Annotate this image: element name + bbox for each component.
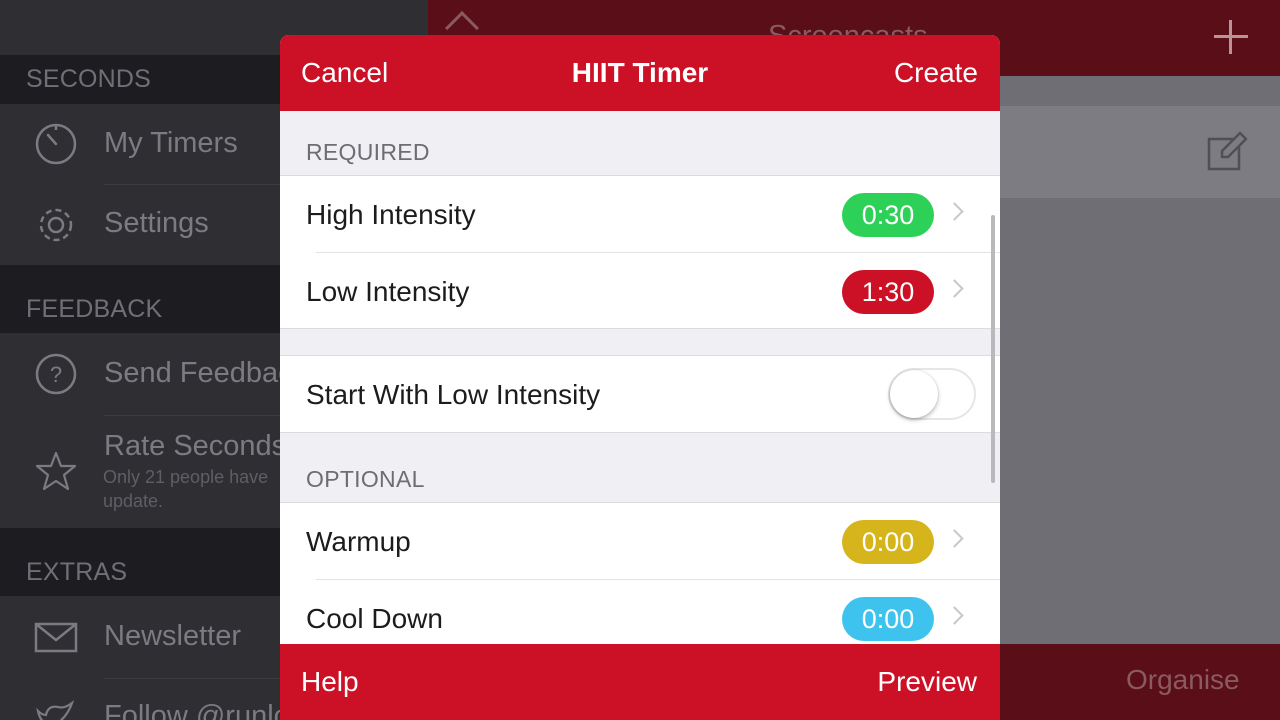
toggle-knob bbox=[890, 370, 938, 418]
sidebar-item-label: Newsletter bbox=[104, 620, 241, 652]
section-label: FEEDBACK bbox=[26, 294, 163, 323]
twitter-bird-icon bbox=[36, 700, 75, 720]
cool-down-value: 0:00 bbox=[842, 597, 934, 641]
sidebar-item-subtitle: update. bbox=[103, 491, 164, 511]
row-label: Low Intensity bbox=[306, 275, 470, 307]
hiit-timer-modal: HIIT Timer Cancel Create REQUIRED High I… bbox=[280, 35, 1000, 720]
gear-icon bbox=[39, 208, 73, 242]
chevron-right-icon bbox=[945, 202, 964, 221]
row-label: High Intensity bbox=[306, 198, 476, 230]
star-icon bbox=[35, 451, 77, 491]
preview-button[interactable]: Preview bbox=[877, 644, 977, 720]
row-label: Start With Low Intensity bbox=[306, 378, 601, 410]
low-intensity-row[interactable]: Low Intensity 1:30 bbox=[280, 253, 1000, 330]
low-intensity-value: 1:30 bbox=[842, 270, 934, 314]
section-label: SECONDS bbox=[26, 65, 152, 93]
question-circle-icon: ? bbox=[35, 353, 77, 395]
section-label: EXTRAS bbox=[26, 557, 128, 586]
modal-footer: Help Preview bbox=[280, 644, 1000, 720]
modal-header: HIIT Timer Cancel Create bbox=[280, 35, 1000, 111]
high-intensity-value: 0:30 bbox=[842, 193, 934, 237]
chevron-right-icon bbox=[945, 606, 964, 625]
sidebar-item-label: Send Feedback bbox=[104, 357, 308, 389]
start-with-low-intensity-toggle[interactable] bbox=[888, 368, 976, 420]
options-group: Start With Low Intensity bbox=[280, 355, 1000, 433]
sidebar-item-label: Follow @runlo bbox=[104, 700, 290, 720]
sidebar-item-subtitle: Only 21 people have bbox=[103, 467, 269, 487]
sidebar-item-label: My Timers bbox=[104, 127, 238, 159]
stopwatch-icon bbox=[35, 123, 77, 165]
row-label: Warmup bbox=[306, 525, 411, 557]
optional-group: Warmup 0:00 Cool Down 0:00 bbox=[280, 502, 1000, 662]
edit-icon[interactable] bbox=[1206, 130, 1248, 172]
envelope-icon bbox=[34, 622, 78, 653]
scrollbar[interactable] bbox=[991, 215, 995, 483]
cancel-button[interactable]: Cancel bbox=[301, 35, 388, 111]
section-header-optional: OPTIONAL bbox=[306, 466, 425, 492]
warmup-value: 0:00 bbox=[842, 520, 934, 564]
section-header-required: REQUIRED bbox=[306, 139, 430, 165]
organise-button[interactable]: Organise bbox=[1126, 664, 1240, 696]
create-button[interactable]: Create bbox=[894, 35, 978, 111]
chevron-right-icon bbox=[945, 529, 964, 548]
warmup-row[interactable]: Warmup 0:00 bbox=[280, 503, 1000, 580]
chevron-right-icon bbox=[945, 279, 964, 298]
add-icon[interactable] bbox=[1212, 18, 1250, 56]
high-intensity-row[interactable]: High Intensity 0:30 bbox=[280, 176, 1000, 253]
start-with-low-intensity-row: Start With Low Intensity bbox=[280, 356, 1000, 433]
sidebar-item-label: Rate Seconds bbox=[104, 430, 287, 462]
required-group: High Intensity 0:30 Low Intensity 1:30 bbox=[280, 175, 1000, 329]
help-button[interactable]: Help bbox=[301, 644, 359, 720]
svg-text:?: ? bbox=[50, 362, 62, 387]
sidebar-item-label: Settings bbox=[104, 207, 209, 239]
